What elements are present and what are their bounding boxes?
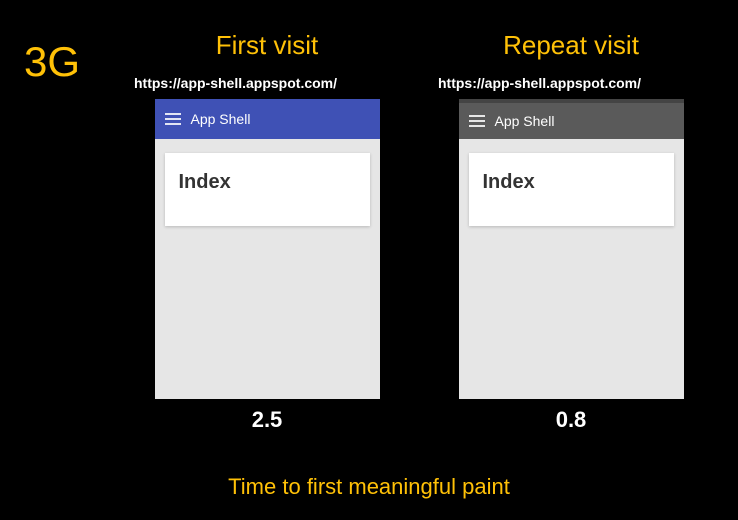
caption: Time to first meaningful paint [0, 474, 738, 500]
repeat-appbar-title: App Shell [495, 113, 555, 129]
repeat-phone-body: Index [459, 139, 684, 399]
first-phone-body: Index [155, 139, 380, 399]
first-card: Index [165, 153, 370, 226]
repeat-visit-column: Repeat visit https://app-shell.appspot.c… [434, 30, 708, 433]
repeat-appbar: App Shell [459, 99, 684, 139]
repeat-card: Index [469, 153, 674, 226]
repeat-visit-timing: 0.8 [556, 407, 587, 433]
comparison-columns: First visit https://app-shell.appspot.co… [130, 30, 708, 433]
first-visit-column: First visit https://app-shell.appspot.co… [130, 30, 404, 433]
repeat-visit-phone: App Shell Index [459, 99, 684, 399]
first-visit-title: First visit [216, 30, 319, 61]
network-badge: 3G [24, 38, 80, 86]
first-visit-phone: App Shell Index [155, 99, 380, 399]
repeat-visit-title: Repeat visit [503, 30, 639, 61]
hamburger-icon[interactable] [469, 115, 485, 127]
hamburger-icon[interactable] [165, 113, 181, 125]
first-card-heading: Index [179, 171, 356, 194]
repeat-visit-url: https://app-shell.appspot.com/ [434, 75, 641, 91]
first-appbar-title: App Shell [191, 111, 251, 127]
repeat-card-heading: Index [483, 171, 660, 194]
first-appbar: App Shell [155, 99, 380, 139]
first-visit-url: https://app-shell.appspot.com/ [130, 75, 337, 91]
first-visit-timing: 2.5 [252, 407, 283, 433]
